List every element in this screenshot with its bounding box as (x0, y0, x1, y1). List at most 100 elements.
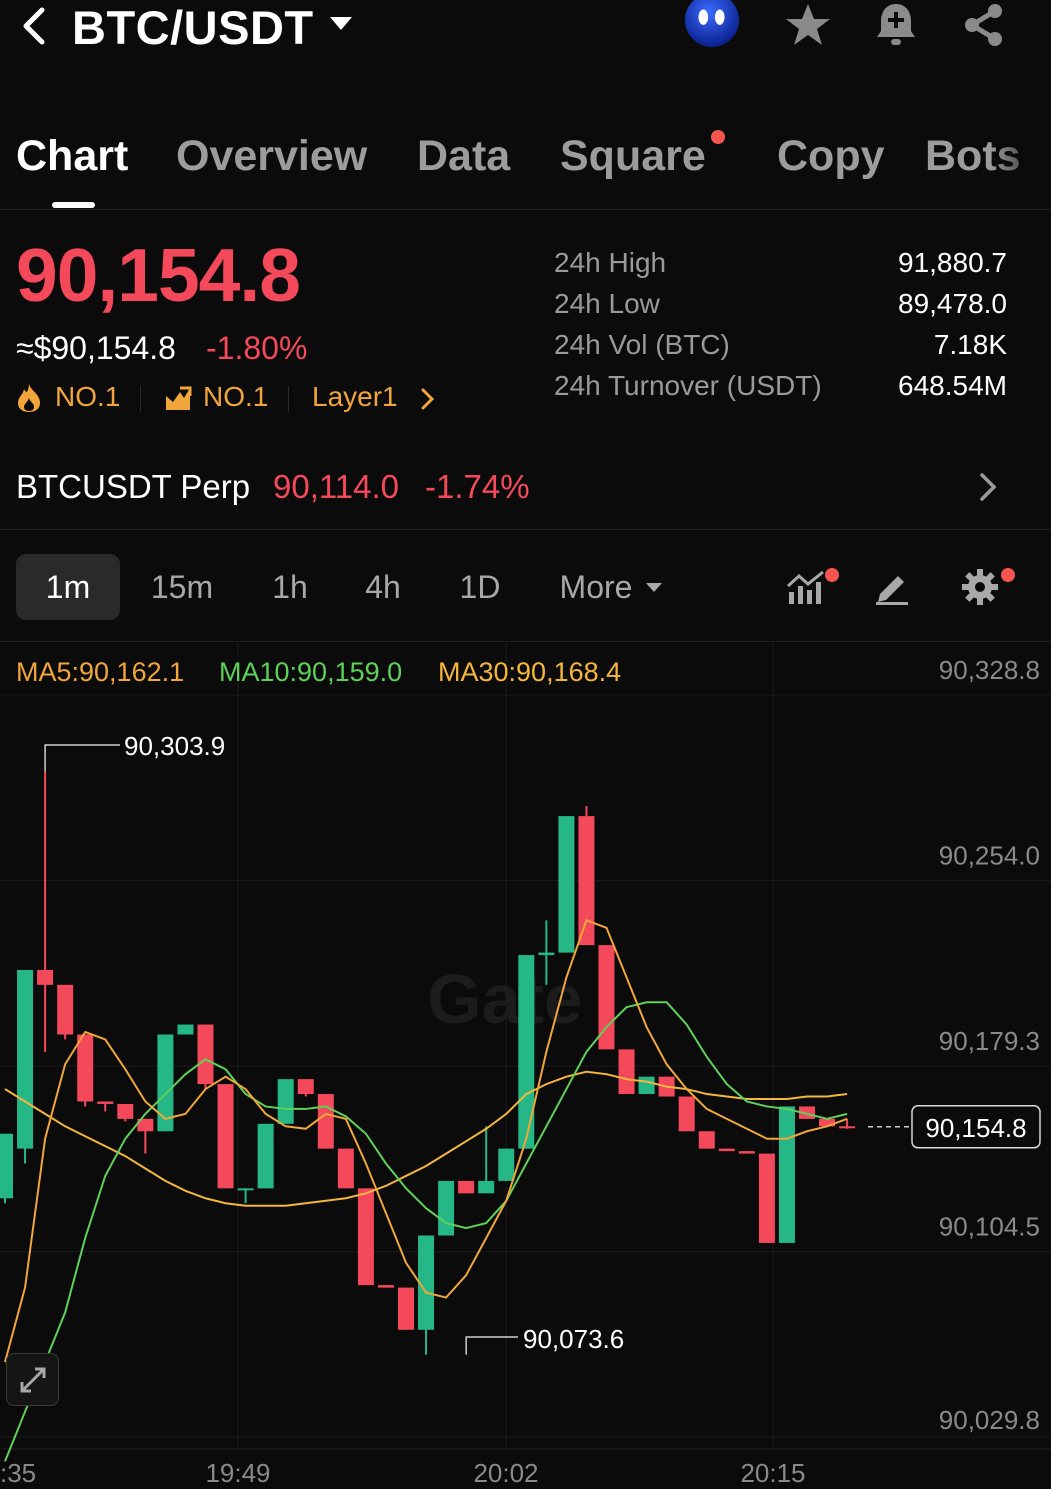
stat-label: 24h Low (554, 288, 660, 319)
candle-body[interactable] (718, 1148, 735, 1152)
chevron-right-icon[interactable] (974, 470, 1004, 504)
candle-body[interactable] (758, 1153, 775, 1243)
candle-body[interactable] (458, 1180, 475, 1194)
candle-body[interactable] (277, 1079, 294, 1124)
timeframe-1d[interactable]: 1D (448, 554, 512, 620)
low-price-label: 90,073.6 (523, 1324, 624, 1354)
x-tick-label: 19:49 (205, 1458, 270, 1488)
chevron-right-icon[interactable] (418, 386, 438, 412)
tag-divider (140, 386, 141, 412)
candle-body[interactable] (317, 1094, 334, 1149)
candle-body[interactable] (0, 1133, 13, 1199)
timeframe-1h[interactable]: 1h (260, 554, 320, 620)
candle-body[interactable] (698, 1131, 715, 1149)
candle-body[interactable] (839, 1126, 856, 1129)
kline-chart[interactable]: Gate 90,328.8 90,254.0 90,179.3 90,104.5 90,… (0, 643, 1051, 1489)
candle-body[interactable] (257, 1123, 274, 1189)
rank-tag-gainer[interactable]: NO.1 (203, 381, 268, 413)
candle-body[interactable] (578, 816, 595, 946)
notification-dot (711, 130, 725, 144)
indicators-icon[interactable] (780, 562, 832, 612)
candle-body[interactable] (57, 984, 74, 1035)
candle-body[interactable] (37, 969, 54, 985)
stat-value: 89,478.0 (898, 288, 1007, 319)
candle-body[interactable] (337, 1148, 354, 1189)
timeframe-more[interactable]: More (550, 554, 672, 620)
x-tick-label: 20:02 (473, 1458, 538, 1488)
x-tick-label: 20:15 (740, 1458, 805, 1488)
perp-row[interactable]: BTCUSDT Perp 90,114.0 -1.74% (0, 460, 1051, 530)
stat-label: 24h Vol (BTC) (554, 329, 730, 360)
candle-body[interactable] (538, 952, 555, 956)
notification-dot (1001, 568, 1015, 582)
candle-body[interactable] (297, 1079, 314, 1095)
price-usd: ≈$90,154.8 (16, 330, 176, 366)
timeframe-1m[interactable]: 1m (16, 554, 120, 620)
candle-body[interactable] (518, 955, 535, 1149)
rank-tag-hot[interactable]: NO.1 (55, 381, 120, 413)
candle-body[interactable] (237, 1188, 254, 1191)
avatar-bot-icon[interactable] (684, 0, 740, 50)
last-price: 90,154.8 (16, 233, 301, 317)
ma30-label: MA30:90,168.4 (438, 657, 622, 687)
candle-body[interactable] (738, 1151, 755, 1154)
bell-plus-icon[interactable] (868, 0, 924, 50)
candle-body[interactable] (217, 1084, 234, 1189)
candle-body[interactable] (558, 816, 575, 953)
perp-price: 90,114.0 (273, 468, 400, 505)
tab-chart[interactable]: Chart (16, 132, 128, 181)
expand-icon[interactable] (6, 1353, 59, 1406)
candle-body[interactable] (177, 1024, 194, 1035)
notification-dot (825, 568, 839, 582)
timeframe-bar: 1m 15m 1h 4h 1D More (0, 548, 1051, 642)
candle-body[interactable] (77, 1034, 94, 1102)
candle-body[interactable] (197, 1024, 214, 1085)
stat-value: 91,880.7 (898, 247, 1007, 278)
stat-label: 24h Turnover (USDT) (554, 370, 822, 401)
tab-square[interactable]: Square (560, 132, 706, 181)
caret-down-icon[interactable] (330, 17, 352, 30)
tab-copy[interactable]: Copy (777, 132, 885, 181)
perp-change: -1.74% (425, 468, 530, 505)
y-tick-label: 90,029.8 (939, 1405, 1040, 1435)
y-tick-label: 90,104.5 (939, 1212, 1040, 1242)
star-icon[interactable] (780, 0, 836, 50)
candle-body[interactable] (778, 1106, 795, 1243)
low-marker-line (465, 1336, 518, 1355)
candle-body[interactable] (97, 1101, 114, 1104)
kline-chart-svg[interactable]: Gate 90,328.8 90,254.0 90,179.3 90,104.5 90,… (0, 643, 1051, 1489)
watermark-logo: Gate (427, 960, 583, 1038)
candle-body[interactable] (478, 1180, 495, 1194)
ma30-line (4, 1070, 848, 1207)
ma5-label: MA5:90,162.1 (16, 657, 185, 687)
sector-tag-layer1[interactable]: Layer1 (312, 381, 398, 413)
candle-body[interactable] (357, 1188, 374, 1286)
price-change: -1.80% (206, 330, 308, 366)
stat-value: 648.54M (898, 370, 1007, 401)
timeframe-15m[interactable]: 15m (140, 554, 224, 620)
draw-pen-icon[interactable] (866, 562, 918, 612)
trend-chart-icon (166, 386, 192, 410)
candle-body[interactable] (377, 1285, 394, 1288)
ma10-line (4, 1001, 848, 1462)
back-chevron-icon[interactable] (14, 4, 54, 48)
candle-body[interactable] (117, 1103, 134, 1119)
main-tabs: Chart Overview Data Square Copy Bots (0, 120, 1051, 210)
tab-data[interactable]: Data (417, 132, 510, 181)
candle-body[interactable] (498, 1148, 515, 1181)
share-icon[interactable] (956, 0, 1012, 50)
candle-body[interactable] (398, 1287, 414, 1330)
caret-down-icon (646, 582, 663, 592)
high-marker-line (44, 744, 120, 772)
tab-overview[interactable]: Overview (176, 132, 367, 181)
timeframe-4h[interactable]: 4h (352, 554, 414, 620)
current-price-label: 90,154.8 (925, 1113, 1026, 1143)
candle-body[interactable] (17, 969, 34, 1149)
candle-body[interactable] (678, 1096, 695, 1132)
candle-body[interactable] (638, 1076, 655, 1095)
settings-gear-icon[interactable] (954, 562, 1006, 612)
candle-body[interactable] (618, 1049, 635, 1095)
pair-title[interactable]: BTC/USDT (72, 0, 314, 55)
candle-body[interactable] (438, 1180, 455, 1236)
perp-name: BTCUSDT Perp (16, 468, 251, 505)
